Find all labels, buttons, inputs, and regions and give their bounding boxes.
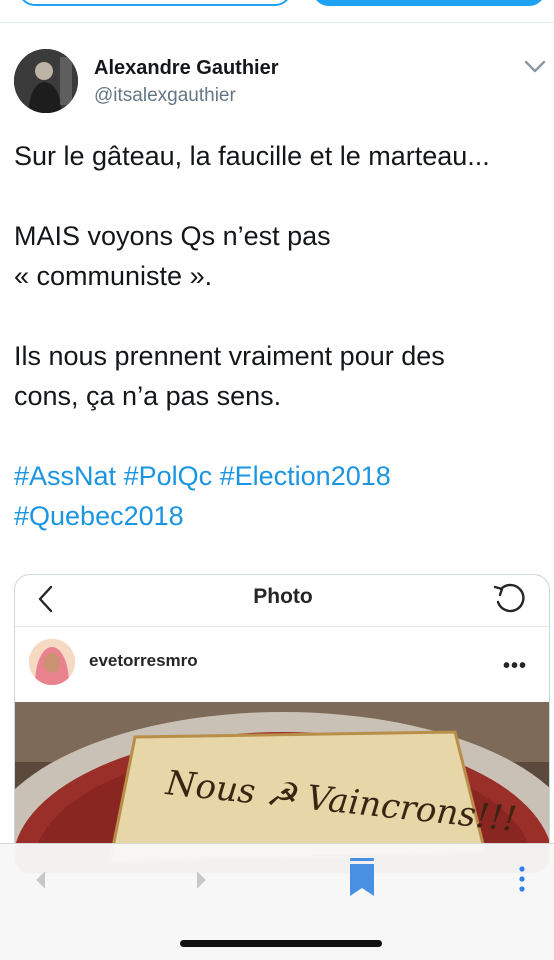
bottom-toolbar: [0, 843, 554, 960]
instagram-avatar: [29, 639, 75, 685]
tweet-line: « communiste ».: [14, 261, 213, 291]
tweet-line: Ils nous prennent vraiment pour des: [14, 341, 445, 371]
bookmark-icon[interactable]: [348, 858, 376, 898]
more-horizontal-icon: •••: [503, 655, 528, 677]
back-arrow-icon[interactable]: [30, 866, 52, 894]
hashtag-link[interactable]: #PolQc: [124, 461, 213, 491]
tweet-line: MAIS voyons Qs n’est pas: [14, 221, 331, 251]
tweet-line: cons, ça n’a pas sens.: [14, 381, 282, 411]
tweet-blank-line: [14, 416, 544, 456]
hashtag-line: #Quebec2018: [14, 496, 544, 536]
forward-arrow-icon[interactable]: [190, 866, 212, 894]
hashtag-link[interactable]: #AssNat: [14, 461, 116, 491]
hashtag-link[interactable]: #Election2018: [220, 461, 391, 491]
tweet-text: Sur le gâteau, la faucille et le marteau…: [14, 136, 544, 536]
follow-outline-button[interactable]: [18, 0, 292, 6]
card-header-bar: Photo: [15, 575, 549, 627]
tweet-blank-line: [14, 176, 544, 216]
tweet-blank-line: [14, 296, 544, 336]
hashtag-line: #AssNat #PolQc #Election2018: [14, 456, 544, 496]
avatar[interactable]: [14, 49, 78, 113]
top-button-strip: [0, 0, 554, 24]
refresh-icon: [491, 580, 529, 618]
instagram-username: evetorresmro: [89, 651, 198, 670]
author-handle[interactable]: @itsalexgauthier: [94, 85, 236, 107]
divider: [0, 22, 554, 23]
card-title: Photo: [253, 585, 313, 608]
chevron-down-icon[interactable]: [522, 56, 548, 76]
more-vertical-icon[interactable]: [510, 862, 534, 896]
embedded-photo-card[interactable]: Photo evetorresmro ••• Nous ☭ Vaincrons!…: [14, 574, 550, 874]
primary-action-button[interactable]: [312, 0, 546, 6]
author-display-name[interactable]: Alexandre Gauthier: [94, 57, 279, 80]
home-indicator[interactable]: [180, 940, 382, 947]
hashtag-link[interactable]: #Quebec2018: [14, 501, 184, 531]
tweet-line: Sur le gâteau, la faucille et le marteau…: [14, 141, 490, 171]
instagram-post-header: evetorresmro •••: [15, 629, 549, 699]
